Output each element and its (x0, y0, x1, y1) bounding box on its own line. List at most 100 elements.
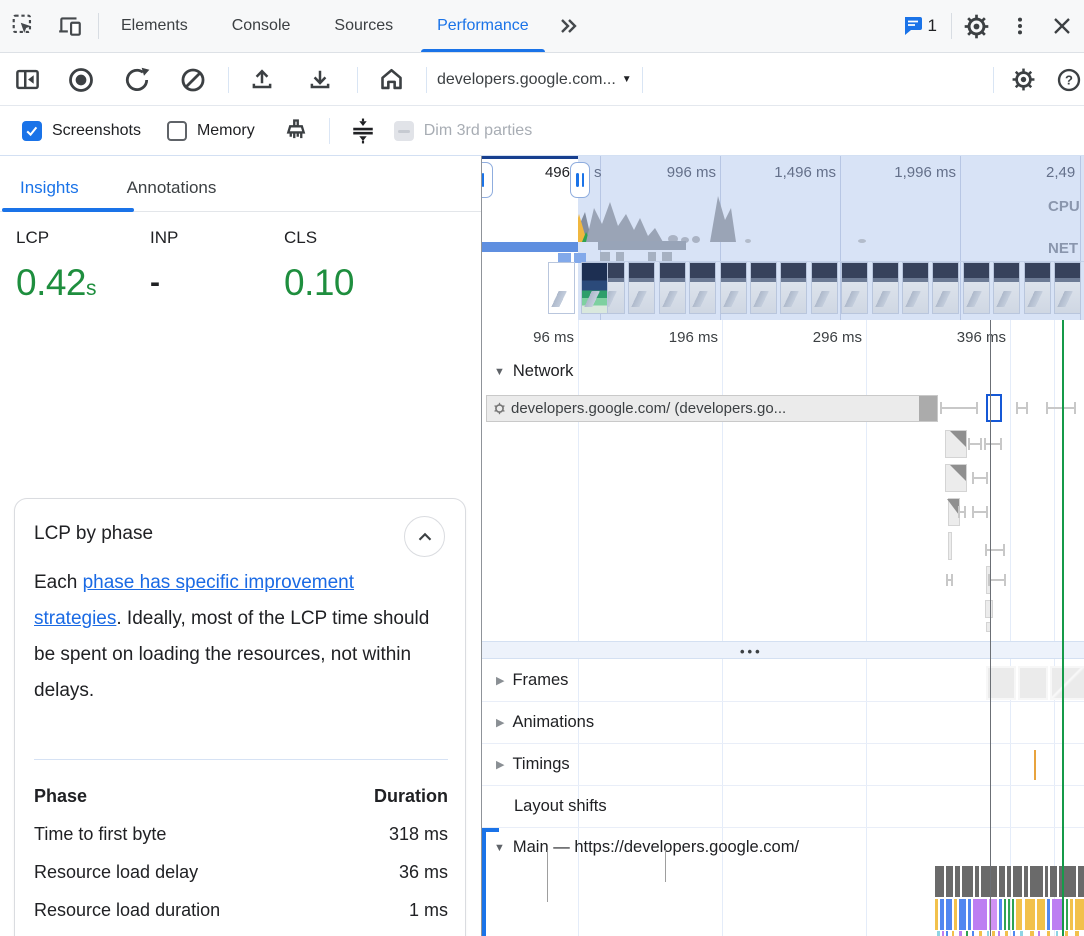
inspect-element-icon[interactable] (10, 12, 38, 40)
cls-value[interactable]: 0.10 (284, 262, 354, 304)
more-tabs-icon[interactable] (555, 12, 583, 40)
target-page-selector[interactable]: developers.google.com... ▼ (427, 71, 642, 89)
device-toolbar-icon[interactable] (56, 12, 84, 40)
task-bar[interactable] (935, 866, 944, 897)
activity-bar[interactable] (1047, 899, 1050, 930)
clear-icon[interactable] (178, 65, 208, 95)
film-thumb[interactable] (872, 262, 899, 314)
task-bar[interactable] (1050, 866, 1057, 897)
collapse-tracks-icon[interactable] (348, 116, 378, 146)
film-thumb[interactable] (963, 262, 990, 314)
activity-bar[interactable] (1037, 899, 1045, 930)
film-thumb[interactable] (780, 262, 807, 314)
network-track-header[interactable]: ▼ Network (494, 362, 573, 381)
task-bar[interactable] (999, 866, 1005, 897)
dim-third-parties-checkbox[interactable] (394, 121, 414, 141)
tab-insights[interactable]: Insights (0, 165, 99, 211)
reload-record-icon[interactable] (122, 65, 152, 95)
screenshots-checkbox[interactable] (22, 121, 42, 141)
issues-message-icon[interactable]: 1 (903, 12, 937, 40)
film-thumb[interactable] (720, 262, 747, 314)
selected-request-outline[interactable] (986, 394, 1002, 422)
task-bar[interactable] (1024, 866, 1028, 897)
film-thumb[interactable] (689, 262, 716, 314)
task-bar[interactable] (981, 866, 997, 897)
activity-bar[interactable] (1075, 899, 1084, 930)
task-bar[interactable] (975, 866, 979, 897)
activity-bar[interactable] (1070, 899, 1073, 930)
film-thumb-color[interactable] (581, 262, 608, 314)
tab-elements[interactable]: Elements (99, 0, 210, 52)
track-timings[interactable]: ▶ Timings (482, 744, 1084, 786)
film-thumb-blank[interactable] (548, 262, 575, 314)
collapse-card-button[interactable] (404, 516, 445, 557)
track-layout-shifts[interactable]: Layout shifts (482, 786, 1084, 828)
task-bar[interactable] (1064, 866, 1076, 897)
activity-bar[interactable] (1012, 899, 1014, 930)
task-bar[interactable] (962, 866, 973, 897)
film-thumb[interactable] (1054, 262, 1081, 314)
tab-performance[interactable]: Performance (415, 0, 551, 52)
home-icon[interactable] (376, 65, 406, 95)
film-thumb[interactable] (841, 262, 868, 314)
activity-bar[interactable] (1066, 899, 1068, 930)
activity-bar[interactable] (946, 899, 952, 930)
activity-bar[interactable] (999, 899, 1002, 930)
film-thumb[interactable] (902, 262, 929, 314)
garbage-collect-brush-icon[interactable] (281, 116, 311, 146)
capture-settings-gear-icon[interactable] (1008, 65, 1038, 95)
toggle-sidebar-icon[interactable] (12, 65, 42, 95)
film-thumb[interactable] (993, 262, 1020, 314)
settings-gear-icon[interactable] (962, 12, 990, 40)
film-thumb[interactable] (1024, 262, 1051, 314)
task-bar[interactable] (1078, 866, 1084, 897)
activity-bar[interactable] (1016, 899, 1022, 930)
activity-bar[interactable] (968, 899, 971, 930)
tab-annotations[interactable]: Annotations (107, 165, 237, 211)
memory-checkbox[interactable] (167, 121, 187, 141)
tab-console[interactable]: Console (210, 0, 313, 52)
activity-bar[interactable] (973, 899, 987, 930)
film-thumb[interactable] (932, 262, 959, 314)
network-request-bar[interactable] (948, 532, 952, 560)
timing-marker[interactable] (1034, 750, 1036, 780)
kebab-menu-icon[interactable] (1006, 12, 1034, 40)
activity-bar[interactable] (1025, 899, 1035, 930)
frame-thumb[interactable] (1018, 666, 1048, 700)
task-bar[interactable] (1045, 866, 1048, 897)
selection-handle-right[interactable] (570, 162, 590, 198)
task-bar[interactable] (1007, 866, 1011, 897)
activity-bar[interactable] (1008, 899, 1010, 930)
task-bar[interactable] (955, 866, 960, 897)
task-bar[interactable] (1030, 866, 1043, 897)
film-thumb[interactable] (659, 262, 686, 314)
activity-bar[interactable] (935, 899, 938, 930)
track-animations[interactable]: ▶ Animations (482, 702, 1084, 744)
track-resize-splitter[interactable]: ••• (482, 641, 1084, 659)
network-request-bar[interactable]: developers.google.com/ (developers.go... (486, 395, 938, 422)
task-bar[interactable] (946, 866, 953, 897)
lcp-value[interactable]: 0.42s (16, 262, 96, 304)
frame-thumb[interactable] (1050, 666, 1084, 700)
track-main-header[interactable]: ▼ Main — https://developers.google.com/ (494, 838, 799, 857)
tab-sources[interactable]: Sources (312, 0, 415, 52)
timeline-overview[interactable]: 496 s 996 ms 1,496 ms 1,996 ms 2,49 CPU … (482, 156, 1084, 320)
film-thumb[interactable] (811, 262, 838, 314)
film-thumb[interactable] (750, 262, 777, 314)
download-profile-icon[interactable] (305, 65, 335, 95)
activity-bar[interactable] (954, 899, 957, 930)
activity-bar[interactable] (1004, 899, 1006, 930)
network-request-bar[interactable] (985, 600, 993, 618)
network-request-bar[interactable] (945, 464, 967, 492)
task-bar[interactable] (1013, 866, 1022, 897)
close-icon[interactable] (1048, 12, 1076, 40)
film-thumb[interactable] (628, 262, 655, 314)
network-request-bar[interactable] (945, 430, 967, 458)
record-icon[interactable] (66, 65, 96, 95)
upload-profile-icon[interactable] (247, 65, 277, 95)
activity-bar[interactable] (940, 899, 944, 930)
help-icon[interactable]: ? (1054, 65, 1084, 95)
selection-handle-left[interactable] (482, 162, 493, 198)
activity-bar[interactable] (959, 899, 966, 930)
inp-value[interactable]: - (150, 266, 178, 300)
